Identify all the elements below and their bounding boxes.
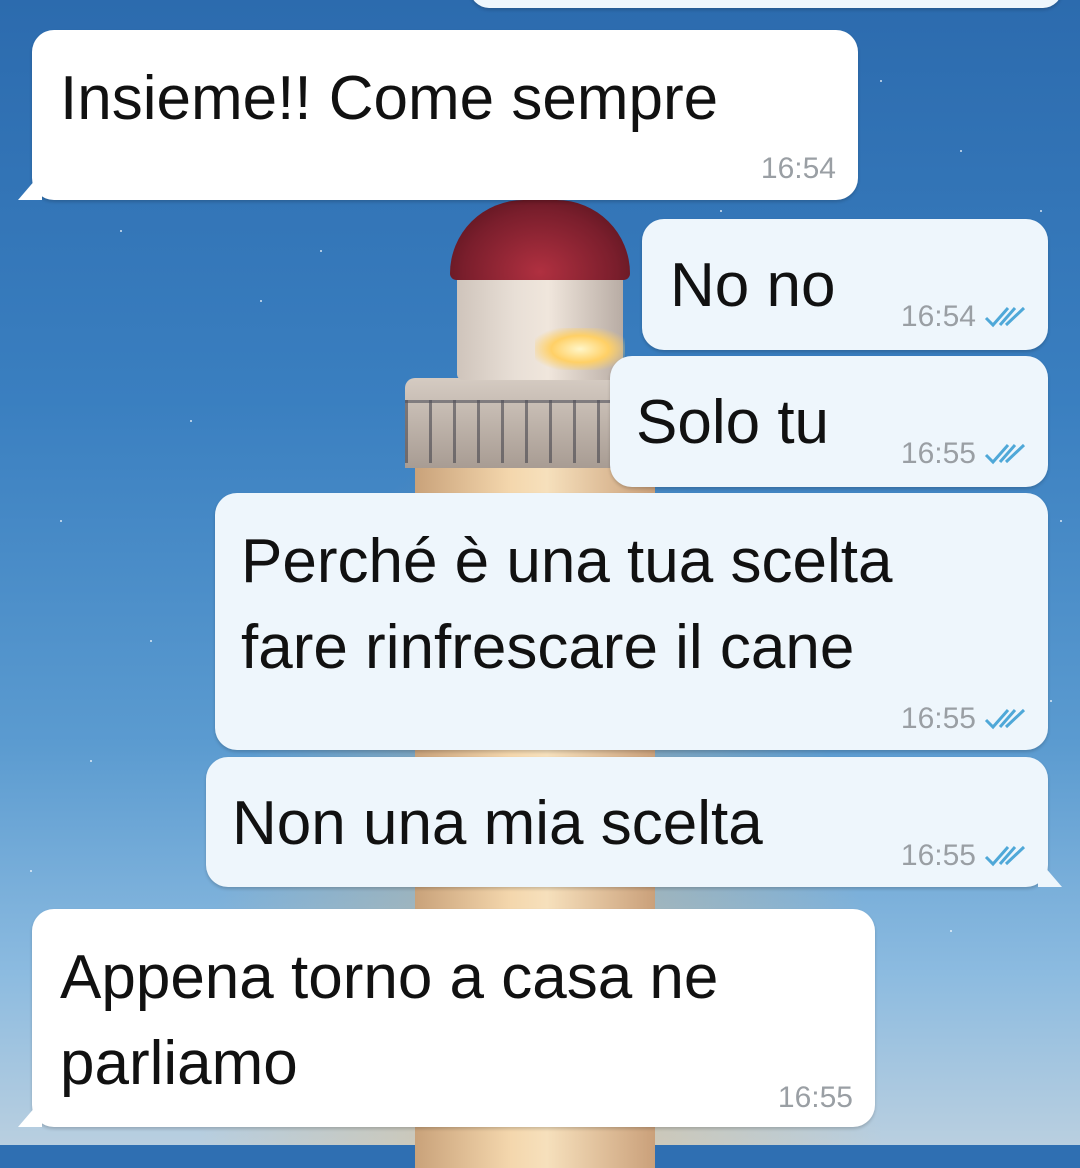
message-timestamp: 16:55 bbox=[900, 702, 976, 735]
message-timestamp: 16:54 bbox=[900, 300, 976, 333]
message-bubble-outgoing[interactable]: No no 16:54 bbox=[642, 219, 1048, 350]
double-check-read-icon bbox=[984, 845, 1026, 867]
previous-message-bubble-partial[interactable] bbox=[470, 0, 1062, 8]
message-meta: 16:54 bbox=[901, 300, 1028, 334]
message-text-line: parliamo bbox=[60, 1029, 298, 1098]
message-list[interactable]: Insieme!! Come sempre 16:54 No no 16:54 … bbox=[0, 0, 1080, 1145]
message-bubble-outgoing[interactable]: Perché è una tua scelta fare rinfrescare… bbox=[215, 493, 1048, 750]
message-timestamp: 16:54 bbox=[760, 152, 836, 185]
message-bubble-incoming[interactable]: Appena torno a casa ne parliamo 16:55 bbox=[18, 909, 875, 1127]
message-bubble-incoming[interactable]: Insieme!! Come sempre 16:54 bbox=[18, 30, 858, 200]
message-meta: 16:55 bbox=[901, 702, 1028, 736]
message-text-line: Perché è una tua scelta bbox=[241, 527, 893, 596]
double-check-read-icon bbox=[984, 306, 1026, 328]
message-bubble-outgoing[interactable]: Solo tu 16:55 bbox=[610, 356, 1048, 487]
message-meta: 16:55 bbox=[901, 437, 1028, 471]
message-meta: 16:55 bbox=[901, 839, 1028, 873]
message-bubble-outgoing[interactable]: Non una mia scelta 16:55 bbox=[206, 757, 1062, 887]
message-text-line: fare rinfrescare il cane bbox=[241, 613, 855, 682]
message-text: No no bbox=[670, 251, 836, 320]
message-timestamp: 16:55 bbox=[900, 437, 976, 470]
message-text: Non una mia scelta bbox=[232, 789, 763, 858]
message-text: Solo tu bbox=[636, 388, 830, 457]
message-timestamp: 16:55 bbox=[777, 1081, 853, 1114]
double-check-read-icon bbox=[984, 708, 1026, 730]
message-text: Insieme!! Come sempre bbox=[60, 64, 719, 133]
message-text-line: Appena torno a casa ne bbox=[60, 943, 719, 1012]
double-check-read-icon bbox=[984, 443, 1026, 465]
message-timestamp: 16:55 bbox=[900, 839, 976, 872]
